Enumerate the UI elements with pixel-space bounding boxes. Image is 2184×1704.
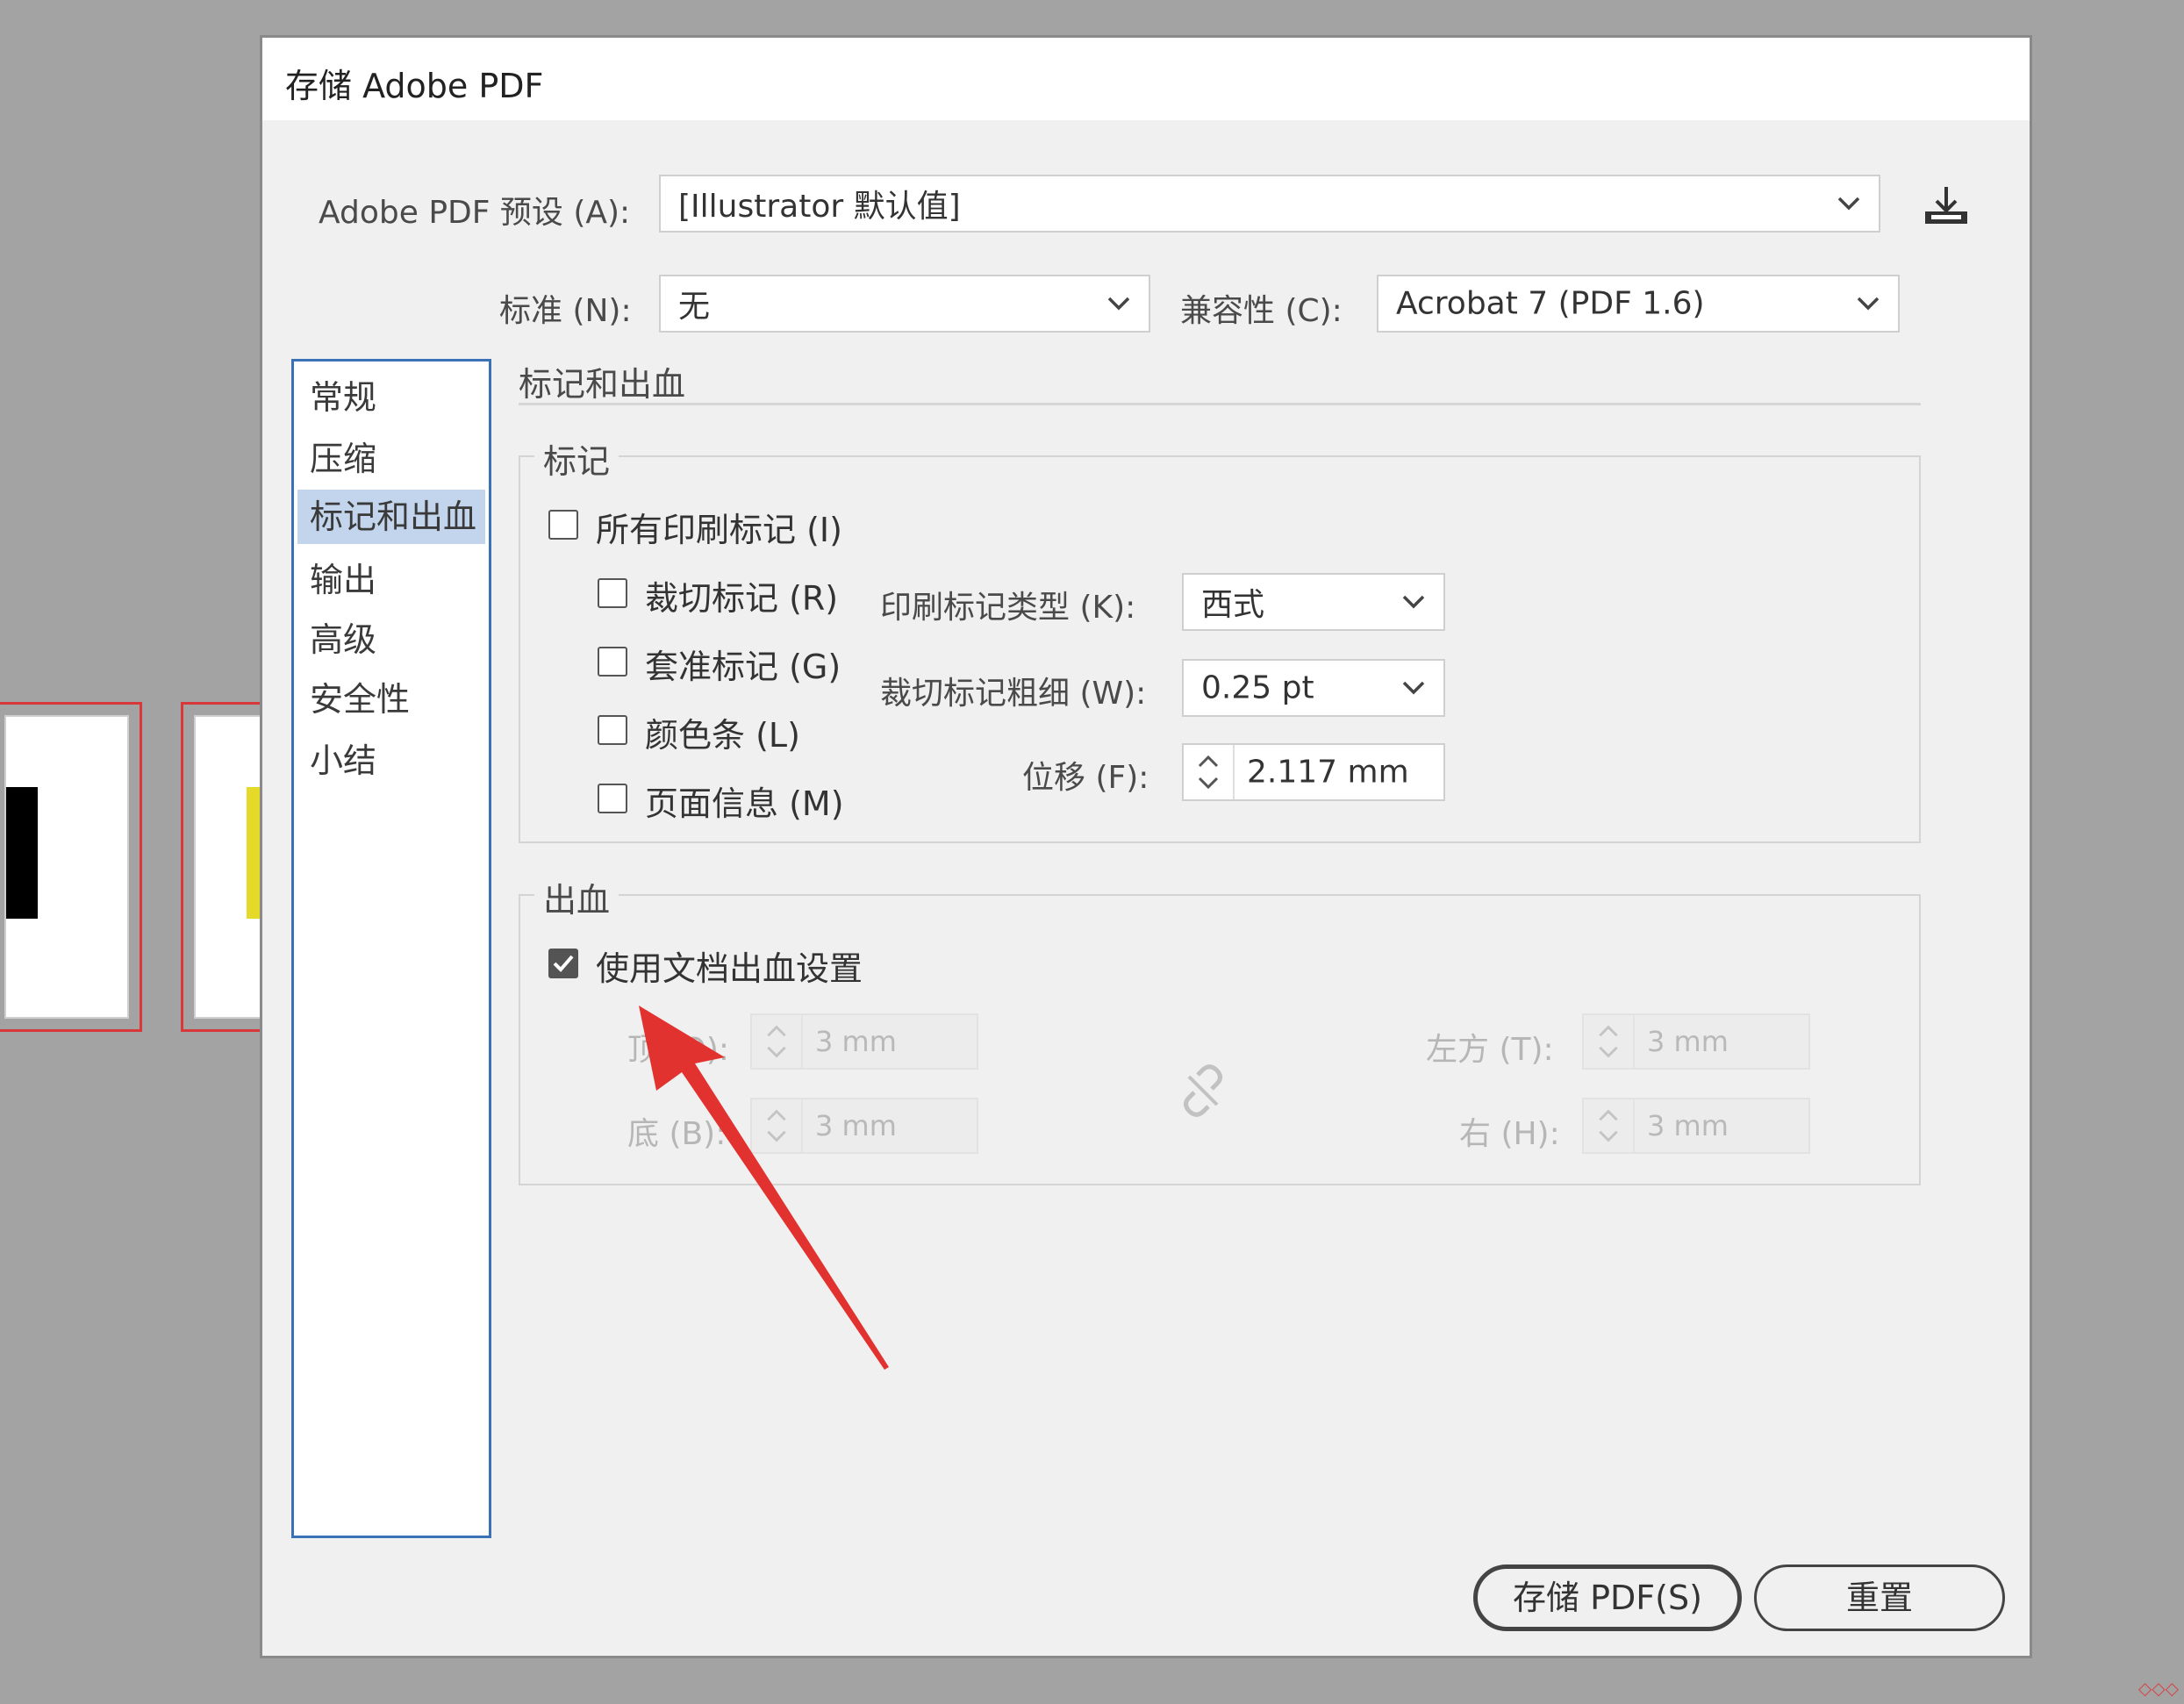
nav-item-advanced[interactable]: 高级 (294, 612, 489, 667)
stepper-arrows-icon (767, 1015, 803, 1068)
bleed-bottom-value: 3 mm (815, 1109, 897, 1142)
nav-item-output[interactable]: 输出 (294, 553, 489, 607)
bleed-bottom-stepper[interactable]: 3 mm (750, 1098, 978, 1154)
save-pdf-dialog: 存储 Adobe PDF Adobe PDF 预设 (A): [Illustra… (260, 35, 2032, 1658)
offset-label: 位移 (F): (1022, 760, 1149, 796)
stepper-arrows-icon (1599, 1015, 1635, 1068)
offset-stepper[interactable]: 2.117 mm (1182, 743, 1445, 801)
bleed-left-label: 左方 (T): (1426, 1032, 1554, 1068)
color-bars-label: 颜色条 (L) (645, 716, 800, 755)
bleed-top-stepper[interactable]: 3 mm (750, 1013, 978, 1070)
nav-item-compression[interactable]: 压缩 (294, 432, 489, 486)
save-pdf-button[interactable]: 存储 PDF(S) (1473, 1564, 1742, 1631)
page-info-checkbox[interactable] (598, 784, 627, 813)
use-doc-bleed-checkbox[interactable] (548, 949, 578, 978)
chevron-down-icon (1402, 595, 1425, 609)
compat-select[interactable]: Acrobat 7 (PDF 1.6) (1377, 275, 1900, 333)
offset-value: 2.117 mm (1247, 754, 1409, 791)
bleed-top-value: 3 mm (815, 1025, 897, 1058)
standard-value: 无 (678, 289, 711, 325)
trim-weight-select[interactable]: 0.25 pt (1182, 659, 1445, 717)
registration-marks-label: 套准标记 (G) (645, 648, 841, 686)
title-bar: 存储 Adobe PDF (262, 38, 2030, 120)
watermark-logo-icon: ◇◇◇ (2137, 1678, 2179, 1699)
bleed-right-stepper[interactable]: 3 mm (1582, 1098, 1810, 1154)
preset-label: Adobe PDF 预设 (A): (319, 195, 631, 231)
section-title: 标记和出血 (519, 365, 686, 404)
page-info-label: 页面信息 (M) (645, 784, 844, 823)
mark-type-label: 印刷标记类型 (K): (880, 590, 1136, 626)
standard-label: 标准 (N): (499, 293, 632, 329)
mark-type-value: 西式 (1201, 587, 1265, 623)
bleed-bottom-label: 底 (B): (627, 1116, 727, 1152)
bleed-top-label: 顶 (O): (627, 1032, 729, 1068)
bleed-right-value: 3 mm (1647, 1109, 1729, 1142)
trim-weight-value: 0.25 pt (1201, 669, 1314, 706)
preset-select[interactable]: [Illustrator 默认值] (659, 175, 1880, 233)
nav-item-security[interactable]: 安全性 (294, 672, 489, 727)
preset-value: [Illustrator 默认值] (678, 189, 961, 225)
nav-item-marks-bleeds[interactable]: 标记和出血 (297, 490, 485, 544)
save-preset-icon[interactable] (1922, 185, 1971, 229)
marks-legend: 标记 (534, 434, 619, 483)
bleed-left-value: 3 mm (1647, 1025, 1729, 1058)
color-bars-checkbox[interactable] (598, 715, 627, 745)
section-divider (519, 403, 1921, 405)
standard-select[interactable]: 无 (659, 275, 1150, 333)
chevron-down-icon (1837, 197, 1860, 211)
stepper-arrows-icon (1599, 1099, 1635, 1152)
bleed-right-label: 右 (H): (1459, 1116, 1560, 1152)
checkmark-icon (553, 955, 574, 972)
all-marks-label: 所有印刷标记 (I) (596, 511, 842, 549)
registration-marks-checkbox[interactable] (598, 647, 627, 677)
trim-weight-label: 裁切标记粗细 (W): (880, 676, 1147, 712)
compat-label: 兼容性 (C): (1180, 293, 1343, 329)
category-list: 常规 压缩 标记和出血 输出 高级 安全性 小结 (291, 359, 491, 1538)
compat-value: Acrobat 7 (PDF 1.6) (1396, 285, 1705, 322)
broken-link-icon[interactable] (1177, 1064, 1229, 1117)
mark-type-select[interactable]: 西式 (1182, 573, 1445, 631)
nav-item-general[interactable]: 常规 (294, 370, 489, 425)
dialog-title: 存储 Adobe PDF (285, 67, 544, 105)
bleed-left-stepper[interactable]: 3 mm (1582, 1013, 1810, 1070)
trim-marks-checkbox[interactable] (598, 578, 627, 608)
stepper-arrows-icon[interactable] (1184, 745, 1235, 799)
chevron-down-icon (1857, 297, 1880, 311)
nav-item-summary[interactable]: 小结 (294, 734, 489, 788)
bleed-legend: 出血 (534, 873, 619, 921)
chevron-down-icon (1107, 297, 1130, 311)
use-doc-bleed-label: 使用文档出血设置 (596, 949, 863, 988)
reset-button[interactable]: 重置 (1754, 1564, 2005, 1631)
artboard-thumbnail-left (0, 702, 142, 1032)
chevron-down-icon (1402, 681, 1425, 695)
trim-marks-label: 裁切标记 (R) (645, 579, 839, 618)
all-marks-checkbox[interactable] (548, 510, 578, 540)
stepper-arrows-icon (767, 1099, 803, 1152)
